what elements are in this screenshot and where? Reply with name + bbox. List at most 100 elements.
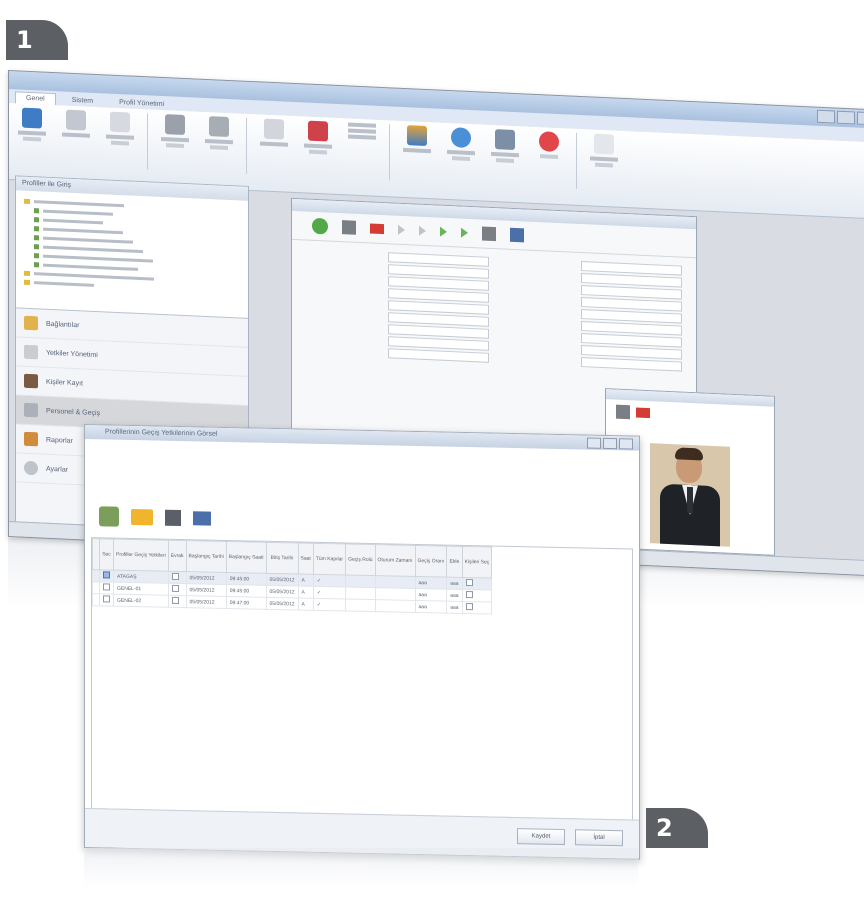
- dialog-toolbar: [85, 501, 640, 543]
- table-cell[interactable]: [168, 583, 187, 596]
- cancel-button[interactable]: İptal: [575, 829, 623, 847]
- gear-icon: [24, 402, 38, 418]
- add-icon[interactable]: [312, 217, 328, 235]
- table-cell[interactable]: [168, 595, 187, 608]
- door-icon: [165, 114, 185, 136]
- table-cell: [345, 598, 376, 612]
- table-cell: [375, 599, 416, 613]
- table-cell: 05/05/2012: [186, 583, 227, 597]
- ribbon-button[interactable]: [301, 120, 335, 155]
- access-grid[interactable]: Sec Profiller Geçiş Yetkileri Evrak Başlang…: [91, 537, 633, 821]
- column-header[interactable]: Başlangıç Tarihi: [186, 540, 227, 573]
- save-icon[interactable]: [165, 509, 181, 527]
- column-header[interactable]: Geçiş Rolü: [345, 543, 376, 576]
- dropdown[interactable]: [388, 348, 489, 363]
- doc-icon: [66, 109, 86, 131]
- table-cell: ✓: [313, 586, 346, 599]
- first-icon[interactable]: [398, 224, 405, 236]
- column-header[interactable]: Başlangıç Saati: [226, 541, 266, 574]
- maximize-button[interactable]: [837, 110, 855, 125]
- table-cell: ATAGAŞ: [113, 570, 169, 584]
- column-header[interactable]: Bitiş Tarihi: [266, 542, 299, 574]
- dialog-reflection: [84, 848, 638, 888]
- table-cell[interactable]: [99, 569, 114, 583]
- ribbon-button[interactable]: [345, 122, 379, 142]
- ribbon-button[interactable]: [15, 107, 49, 142]
- ribbon-button[interactable]: [488, 129, 522, 164]
- users-icon: [24, 373, 38, 389]
- ribbon-button[interactable]: [444, 127, 478, 162]
- table-cell[interactable]: [462, 577, 492, 591]
- table-cell[interactable]: [462, 601, 492, 615]
- column-header[interactable]: Sec: [99, 538, 114, 571]
- table-cell: 09:45:00: [226, 572, 266, 586]
- table-cell: 09:45:00: [226, 584, 266, 598]
- table-cell[interactable]: [99, 581, 114, 595]
- column-header[interactable]: Evrak: [168, 540, 187, 572]
- step-badge-2: 2: [646, 808, 708, 848]
- editor-form: [302, 247, 682, 372]
- column-header[interactable]: Oturum Zamanı: [375, 544, 416, 577]
- folder-icon[interactable]: [131, 508, 153, 526]
- ribbon-button[interactable]: [587, 133, 621, 168]
- row-indicator-header: [92, 538, 100, 570]
- next-icon[interactable]: [440, 226, 447, 237]
- checkbox[interactable]: [581, 357, 682, 372]
- last-icon[interactable]: [461, 227, 468, 238]
- export-icon[interactable]: [510, 227, 524, 243]
- ribbon-button[interactable]: [59, 109, 93, 140]
- alarm-icon: [308, 120, 328, 142]
- ribbon-button[interactable]: [103, 111, 137, 146]
- print-icon[interactable]: [482, 226, 496, 242]
- table-cell: [345, 586, 376, 600]
- window-controls[interactable]: [817, 109, 864, 126]
- table-cell[interactable]: [462, 589, 492, 603]
- column-header[interactable]: Ekle: [446, 546, 463, 578]
- table-cell: aaa: [446, 601, 463, 614]
- table-cell: [92, 581, 100, 594]
- report-icon: [24, 431, 38, 447]
- table-cell: 05/05/2012: [186, 571, 227, 585]
- table-cell: ✓: [313, 598, 346, 611]
- table-cell: A: [298, 597, 314, 611]
- table-cell: [375, 587, 416, 601]
- column-header[interactable]: Profiller Geçiş Yetkileri: [113, 539, 169, 572]
- table-cell: [92, 569, 100, 582]
- table-cell: aaa: [415, 576, 447, 590]
- table-cell: GENEL-01: [113, 582, 169, 596]
- table-cell[interactable]: [168, 571, 187, 584]
- maximize-button[interactable]: [603, 437, 617, 450]
- column-header[interactable]: Saat: [298, 542, 314, 575]
- ribbon-button[interactable]: [532, 131, 566, 160]
- close-button[interactable]: [857, 111, 864, 126]
- delete-icon[interactable]: [370, 223, 384, 235]
- minimize-button[interactable]: [817, 109, 835, 124]
- prev-icon[interactable]: [419, 225, 426, 236]
- column-header[interactable]: Kişileri Seç: [462, 546, 492, 579]
- column-header[interactable]: Geçiş Oranı: [415, 545, 447, 578]
- table-cell: 05/05/2012: [266, 597, 299, 610]
- ribbon-button[interactable]: [158, 114, 192, 149]
- table-cell: GENEL-02: [113, 594, 169, 608]
- user-card-icon[interactable]: [99, 506, 119, 527]
- table-cell: 05/05/2012: [266, 585, 299, 598]
- save-icon[interactable]: [342, 220, 356, 235]
- ribbon-button[interactable]: [202, 116, 236, 151]
- table-cell: [345, 574, 376, 588]
- delete-icon[interactable]: [636, 407, 650, 419]
- save-button[interactable]: Kaydet: [517, 828, 565, 846]
- table-cell[interactable]: [99, 593, 114, 607]
- folder-icon: [24, 315, 38, 331]
- ribbon-button[interactable]: [257, 118, 291, 149]
- column-header[interactable]: Tüm Kapılar: [313, 543, 346, 575]
- doc-icon: [594, 133, 614, 155]
- dialog-window-controls[interactable]: [587, 437, 633, 450]
- minimize-button[interactable]: [587, 437, 601, 449]
- profile-tree[interactable]: [16, 190, 248, 319]
- save-icon[interactable]: [616, 404, 630, 420]
- print-icon[interactable]: [193, 511, 211, 526]
- close-button[interactable]: [619, 438, 633, 450]
- ribbon-button[interactable]: [400, 125, 434, 156]
- doc-icon: [24, 344, 38, 360]
- table-cell: aaa: [446, 577, 463, 590]
